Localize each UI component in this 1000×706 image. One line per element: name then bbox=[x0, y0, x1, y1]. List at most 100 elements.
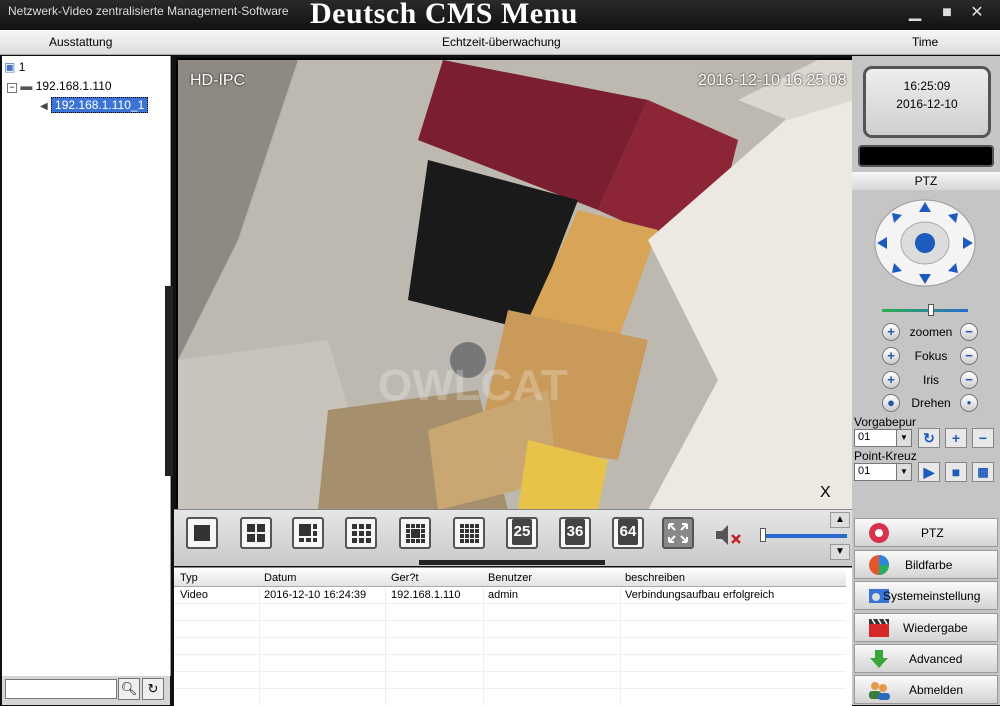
menu-systemeinstellung-label: Systemeinstellung bbox=[883, 589, 981, 603]
maximize-icon[interactable]: ■ bbox=[936, 3, 958, 23]
menu-wiedergabe-button[interactable]: Wiedergabe bbox=[854, 613, 998, 642]
layout-13-button[interactable] bbox=[399, 517, 431, 549]
ptz-title: PTZ bbox=[852, 172, 1000, 190]
stop-icon[interactable]: ■ bbox=[945, 462, 967, 482]
zoom-out-button[interactable]: − bbox=[960, 323, 978, 341]
layout-36-label: 36 bbox=[564, 519, 586, 545]
preset-remove-icon[interactable]: − bbox=[972, 428, 994, 448]
tree-channel[interactable]: ◀ 192.168.1.110_1 bbox=[40, 97, 149, 113]
menu-abmelden-label: Abmelden bbox=[909, 683, 964, 697]
layout-4-button[interactable] bbox=[240, 517, 272, 549]
tree-device-label: 192.168.1.110 bbox=[35, 79, 112, 93]
focus-in-button[interactable]: + bbox=[882, 347, 900, 365]
tree-device[interactable]: − ▬ 192.168.1.110 bbox=[7, 79, 112, 93]
live-video-view[interactable]: OWLCAT HD-IPC 2016-12-10 16:25:08 X bbox=[176, 58, 856, 512]
clock-date: 2016-12-10 bbox=[896, 97, 958, 111]
preset-label: Vorgabepur bbox=[854, 415, 917, 429]
fullscreen-icon[interactable] bbox=[662, 517, 694, 549]
volume-slider-thumb[interactable] bbox=[760, 528, 766, 542]
rotate-row: ● Drehen ● bbox=[880, 393, 980, 413]
camera-icon: ◀ bbox=[40, 101, 48, 112]
layout-6-button[interactable] bbox=[292, 517, 324, 549]
refresh-icon[interactable]: ↻ bbox=[142, 678, 164, 700]
users-icon bbox=[867, 679, 891, 704]
col-typ[interactable]: Typ bbox=[180, 572, 198, 584]
menu-abmelden-button[interactable]: Abmelden bbox=[854, 675, 998, 704]
video-close-button[interactable]: X bbox=[820, 484, 831, 502]
chevron-down-icon: ▼ bbox=[896, 464, 911, 480]
device-tree-panel: ▣ 1 − ▬ 192.168.1.110 ◀ 192.168.1.110_1 bbox=[2, 56, 171, 676]
cell-beschreiben: Verbindungsaufbau erfolgreich bbox=[625, 589, 775, 601]
app-title: Netzwerk-Video zentralisierte Management… bbox=[8, 4, 289, 18]
preset-select[interactable]: 01 ▼ bbox=[854, 429, 912, 447]
watermark-text: OWLCAT bbox=[378, 361, 568, 410]
zoom-in-button[interactable]: + bbox=[882, 323, 900, 341]
cruise-value: 01 bbox=[858, 465, 871, 477]
panel-splitter[interactable] bbox=[165, 286, 173, 476]
menu-ptz-button[interactable]: PTZ bbox=[854, 518, 998, 547]
minimize-icon[interactable]: ▁ bbox=[904, 3, 926, 23]
search-input[interactable] bbox=[5, 679, 117, 699]
rotate-off-button[interactable]: ● bbox=[960, 394, 978, 412]
layout-1-button[interactable] bbox=[186, 517, 218, 549]
col-geraet[interactable]: Ger?t bbox=[391, 572, 419, 584]
close-icon[interactable]: ✕ bbox=[966, 3, 988, 23]
rotate-label: Drehen bbox=[911, 396, 951, 410]
col-benutzer[interactable]: Benutzer bbox=[488, 572, 532, 584]
iris-label: Iris bbox=[923, 373, 939, 387]
right-panel: 16:25:09 2016-12-10 PTZ + zoomen − + Fok… bbox=[852, 56, 1000, 705]
menu-advanced-button[interactable]: Advanced bbox=[854, 644, 998, 673]
cruise-select[interactable]: 01 ▼ bbox=[854, 463, 912, 481]
focus-out-button[interactable]: − bbox=[960, 347, 978, 365]
iris-row: + Iris − bbox=[880, 370, 980, 390]
collapse-icon[interactable]: − bbox=[7, 83, 17, 93]
play-icon[interactable]: ▶ bbox=[918, 462, 940, 482]
rotate-on-button[interactable]: ● bbox=[882, 394, 900, 412]
layout-9-button[interactable] bbox=[345, 517, 377, 549]
banner-text: Deutsch CMS Menu bbox=[310, 0, 578, 30]
col-datum[interactable]: Datum bbox=[264, 572, 296, 584]
cell-typ: Video bbox=[180, 589, 208, 601]
ptz-direction-pad[interactable] bbox=[874, 199, 976, 290]
volume-slider[interactable] bbox=[762, 534, 847, 538]
mute-icon[interactable] bbox=[714, 523, 744, 552]
iris-close-button[interactable]: − bbox=[960, 371, 978, 389]
layout-16-button[interactable] bbox=[453, 517, 485, 549]
scroll-up-icon[interactable]: ▲ bbox=[830, 512, 850, 528]
iris-open-button[interactable]: + bbox=[882, 371, 900, 389]
menu-bildfarbe-button[interactable]: Bildfarbe bbox=[854, 550, 998, 579]
status-bar bbox=[858, 145, 994, 167]
grid-icon[interactable]: ▦ bbox=[972, 462, 994, 482]
layout-25-button[interactable]: 25 bbox=[506, 517, 538, 549]
preset-goto-icon[interactable]: ↻ bbox=[918, 428, 940, 448]
preset-add-icon[interactable]: + bbox=[945, 428, 967, 448]
focus-row: + Fokus − bbox=[880, 346, 980, 366]
cruise-label: Point-Kreuz bbox=[854, 449, 917, 463]
search-bar: 🔍︎ ↻ bbox=[2, 676, 170, 705]
video-timestamp: 2016-12-10 16:25:08 bbox=[698, 72, 847, 89]
tree-root-label: 1 bbox=[18, 60, 26, 74]
cell-datum: 2016-12-10 16:24:39 bbox=[264, 589, 367, 601]
layout-toolbar: 25 36 64 ▲ ▼ bbox=[174, 509, 852, 566]
network-icon: ▣ bbox=[4, 60, 16, 74]
menu-ptz-label: PTZ bbox=[921, 526, 944, 540]
menu-time[interactable]: Time bbox=[912, 35, 938, 49]
scroll-down-icon[interactable]: ▼ bbox=[830, 544, 850, 560]
cell-benutzer: admin bbox=[488, 589, 518, 601]
menu-systemeinstellung-button[interactable]: Systemeinstellung bbox=[854, 581, 998, 610]
dvr-icon: ▬ bbox=[20, 79, 33, 93]
layout-25-label: 25 bbox=[511, 519, 533, 545]
col-beschreiben[interactable]: beschreiben bbox=[625, 572, 685, 584]
layout-64-button[interactable]: 64 bbox=[612, 517, 644, 549]
tree-root[interactable]: ▣ 1 bbox=[4, 60, 25, 74]
search-icon[interactable]: 🔍︎ bbox=[118, 678, 140, 700]
video-frame: OWLCAT bbox=[178, 60, 854, 510]
layout-36-button[interactable]: 36 bbox=[559, 517, 591, 549]
menu-echtzeit[interactable]: Echtzeit-überwachung bbox=[442, 35, 561, 49]
collapse-handle[interactable] bbox=[419, 560, 605, 565]
ptz-speed-thumb[interactable] bbox=[928, 304, 934, 316]
table-row[interactable]: Video 2016-12-10 16:24:39 192.168.1.110 … bbox=[174, 587, 846, 604]
ptz-speed-slider[interactable] bbox=[882, 309, 968, 312]
zoom-label: zoomen bbox=[909, 325, 953, 339]
menu-ausstattung[interactable]: Ausstattung bbox=[49, 35, 112, 49]
